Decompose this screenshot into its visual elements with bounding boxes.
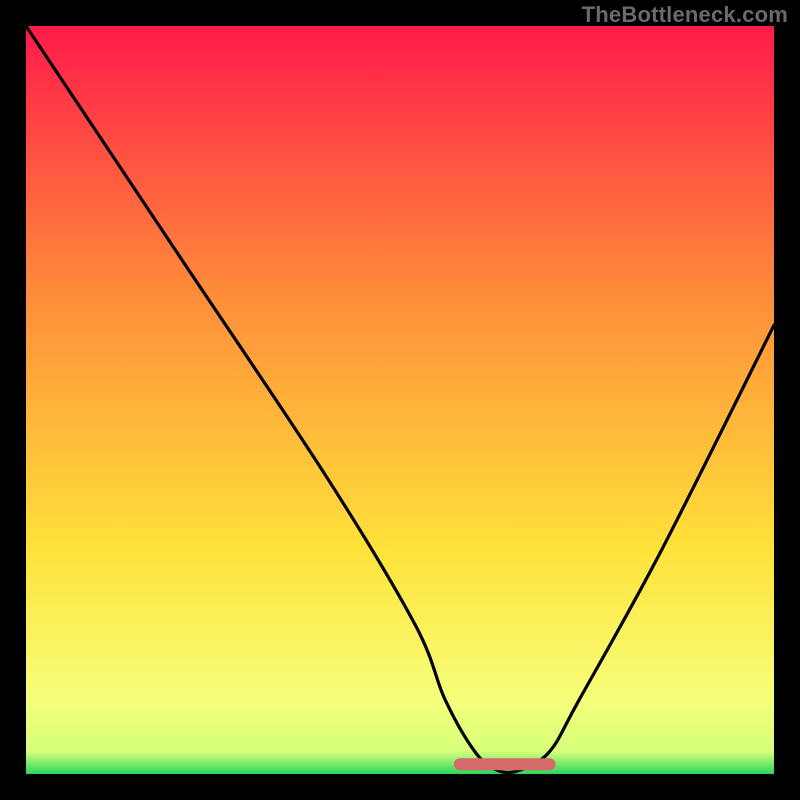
chart-stage: { "watermark": "TheBottleneck.com", "col… [0, 0, 800, 800]
watermark-label: TheBottleneck.com [582, 2, 788, 28]
plot-area [26, 26, 774, 774]
bottleneck-chart [0, 0, 800, 800]
